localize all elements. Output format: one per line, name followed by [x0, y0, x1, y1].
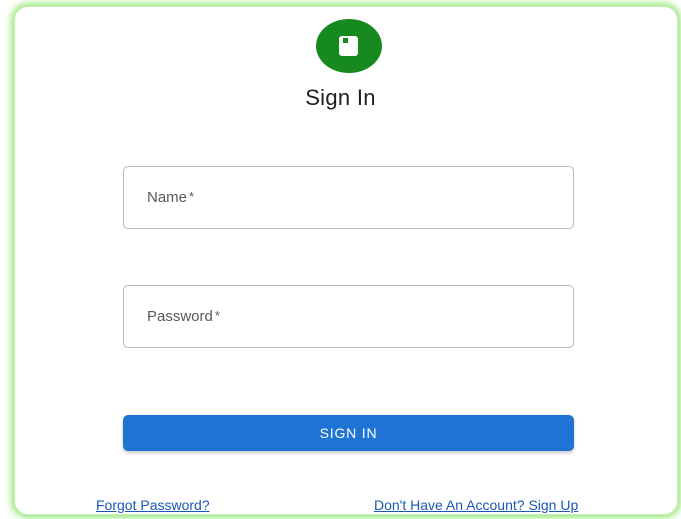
page-title: Sign In — [305, 85, 376, 110]
sign-up-link[interactable]: Don't Have An Account? Sign Up — [374, 497, 578, 513]
name-field-label: Name * — [147, 189, 194, 206]
book-icon — [339, 36, 358, 56]
sign-in-button[interactable]: SIGN IN — [123, 415, 574, 451]
avatar — [316, 19, 382, 73]
password-label-text: Password — [147, 308, 213, 325]
required-mark: * — [189, 189, 195, 204]
forgot-password-link[interactable]: Forgot Password? — [96, 497, 210, 513]
required-mark: * — [214, 308, 220, 323]
password-field-label: Password * — [147, 308, 220, 325]
name-label-text: Name — [147, 189, 188, 206]
name-field[interactable]: Name * — [123, 166, 574, 229]
page: Sign In Name * Password * SIGN IN Forgot P… — [0, 0, 681, 519]
password-field[interactable]: Password * — [123, 285, 574, 348]
